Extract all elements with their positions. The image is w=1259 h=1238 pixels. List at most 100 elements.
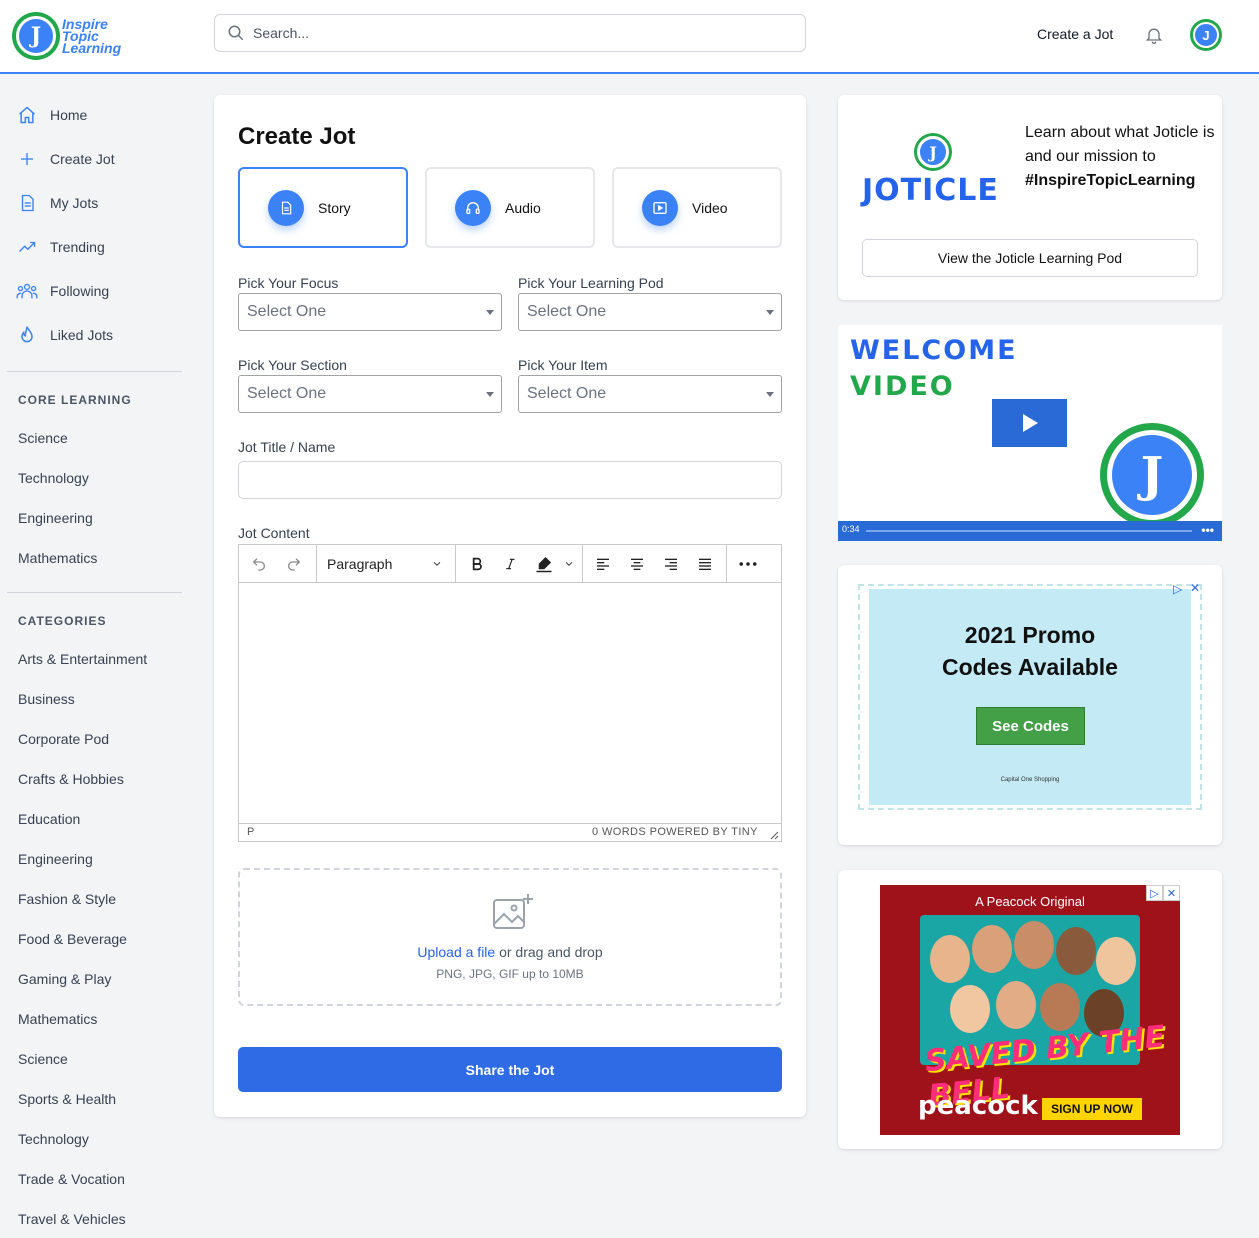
paragraph-format-select[interactable]: Paragraph [327,556,392,572]
ad-tagline: A Peacock Original [975,894,1085,909]
learning-pod-select[interactable]: Select One [518,293,782,331]
sidebar-core-item[interactable]: Technology [18,470,89,486]
view-learning-pod-button[interactable]: View the Joticle Learning Pod [862,239,1198,277]
sidebar-category-item[interactable]: Crafts & Hobbies [18,771,124,787]
redo-icon[interactable] [284,554,304,574]
peacock-ad[interactable]: A Peacock Original SAVED BY THE BELL pea… [880,885,1180,1135]
video-time: 0:34 [842,524,860,534]
user-avatar[interactable]: J [1190,19,1222,51]
ad-choices-icon[interactable]: ▷ [1173,582,1182,596]
ad-sponsor: Capital One Shopping [1000,777,1060,783]
create-jot-card: Create Jot Story Audio Video Pick Your F… [214,95,806,1117]
search-box[interactable] [214,14,806,52]
sidebar-core-item[interactable]: Science [18,430,68,446]
editor-statusbar: P 0 WORDS POWERED BY TINY [239,823,781,841]
item-label: Pick Your Item [518,357,608,373]
share-jot-button[interactable]: Share the Jot [238,1047,782,1092]
sidebar-category-item[interactable]: Education [18,811,80,827]
ad-choices-icon[interactable]: ▷ [1146,885,1163,901]
sidebar-category-item[interactable]: Travel & Vehicles [18,1211,126,1227]
chevron-down-icon[interactable] [427,554,447,574]
video-progress-bar[interactable] [866,530,1192,532]
promo-ad[interactable]: 2021 Promo Codes Available See Codes Cap… [869,589,1191,805]
sidebar-category-item[interactable]: Science [18,1051,68,1067]
jot-title-input[interactable] [238,461,782,499]
sidebar-item-liked-jots[interactable]: Liked Jots [16,324,113,346]
sidebar-core-item[interactable]: Mathematics [18,550,97,566]
type-story-button[interactable]: Story [238,167,408,248]
resize-handle-icon[interactable] [769,830,779,840]
cast-face [1096,937,1136,985]
logo-letter: J [16,16,56,56]
select-value: Select One [527,303,607,320]
bell-icon[interactable] [1144,24,1164,46]
ad-close-icon[interactable]: ✕ [1190,581,1200,595]
sidebar-item-label: Create Jot [50,151,115,167]
undo-icon[interactable] [249,554,269,574]
pod-label: Pick Your Learning Pod [518,275,664,291]
search-input[interactable] [253,25,773,41]
align-right-icon[interactable] [661,554,681,574]
home-icon [16,104,38,126]
sidebar-category-item[interactable]: Sports & Health [18,1091,116,1107]
sidebar-category-item[interactable]: Gaming & Play [18,971,111,987]
sidebar-item-following[interactable]: Following [16,280,109,302]
focus-label: Pick Your Focus [238,275,339,291]
sidebar-item-my-jots[interactable]: My Jots [16,192,98,214]
ad-close-icon[interactable]: ✕ [1163,885,1180,901]
type-audio-button[interactable]: Audio [425,167,595,248]
logo-badge: J [12,12,60,60]
see-codes-button[interactable]: See Codes [976,707,1085,745]
align-left-icon[interactable] [593,554,613,574]
sidebar-category-item[interactable]: Arts & Entertainment [18,651,147,667]
bold-icon[interactable] [467,554,487,574]
upload-dropzone[interactable]: Upload a file or drag and drop PNG, JPG,… [238,868,782,1006]
select-value: Select One [247,303,327,320]
sidebar-category-item[interactable]: Mathematics [18,1011,97,1027]
rich-text-editor[interactable]: Paragraph P 0 WORDS POWERED BY TINY [238,544,782,842]
upload-rest-text: or drag and drop [495,944,603,960]
sidebar-item-create-jot[interactable]: Create Jot [16,148,115,170]
cast-face [950,985,990,1033]
video-more-icon[interactable]: ••• [1201,523,1214,537]
site-logo[interactable]: J Inspire Topic Learning [12,12,121,60]
chevron-down-icon[interactable] [559,554,579,574]
type-label: Story [318,199,351,216]
type-label: Audio [505,199,541,216]
play-button[interactable] [992,399,1067,447]
sign-up-button[interactable]: SIGN UP NOW [1042,1098,1142,1120]
welcome-video-player[interactable]: WELCOME VIDEO J 0:34 ••• [838,325,1222,541]
sidebar-divider [7,592,182,593]
italic-icon[interactable] [501,554,521,574]
dropdown-arrow-icon [486,310,494,315]
cast-face [930,935,970,983]
justify-icon[interactable] [695,554,715,574]
sidebar-category-item[interactable]: Food & Beverage [18,931,127,947]
sidebar-item-home[interactable]: Home [16,104,87,126]
sidebar-category-item[interactable]: Trade & Vocation [18,1171,125,1187]
create-jot-link[interactable]: Create a Jot [1037,26,1113,42]
top-header: J Inspire Topic Learning Create a Jot J [0,0,1259,74]
sidebar-core-item[interactable]: Engineering [18,510,93,526]
upload-file-link[interactable]: Upload a file [417,944,495,960]
item-select[interactable]: Select One [518,375,782,413]
headphones-icon [455,189,491,226]
sidebar-category-item[interactable]: Corporate Pod [18,731,109,747]
upload-instructions: Upload a file or drag and drop [240,944,780,960]
sidebar-category-item[interactable]: Technology [18,1131,89,1147]
joticle-description: Learn about what Joticle is and our miss… [1025,121,1215,193]
type-video-button[interactable]: Video [612,167,782,248]
highlight-icon[interactable] [534,554,554,574]
sidebar-category-item[interactable]: Fashion & Style [18,891,116,907]
joticle-card: J JOTICLE Learn about what Joticle is an… [838,95,1222,300]
users-icon [16,280,38,302]
focus-select[interactable]: Select One [238,293,502,331]
sidebar-item-trending[interactable]: Trending [16,236,105,258]
align-center-icon[interactable] [627,554,647,574]
more-icon[interactable] [738,554,758,574]
toolbar-separator [316,545,317,583]
sidebar-category-item[interactable]: Engineering [18,851,93,867]
ad-headline-line-2: Codes Available [942,654,1118,680]
section-select[interactable]: Select One [238,375,502,413]
sidebar-category-item[interactable]: Business [18,691,75,707]
